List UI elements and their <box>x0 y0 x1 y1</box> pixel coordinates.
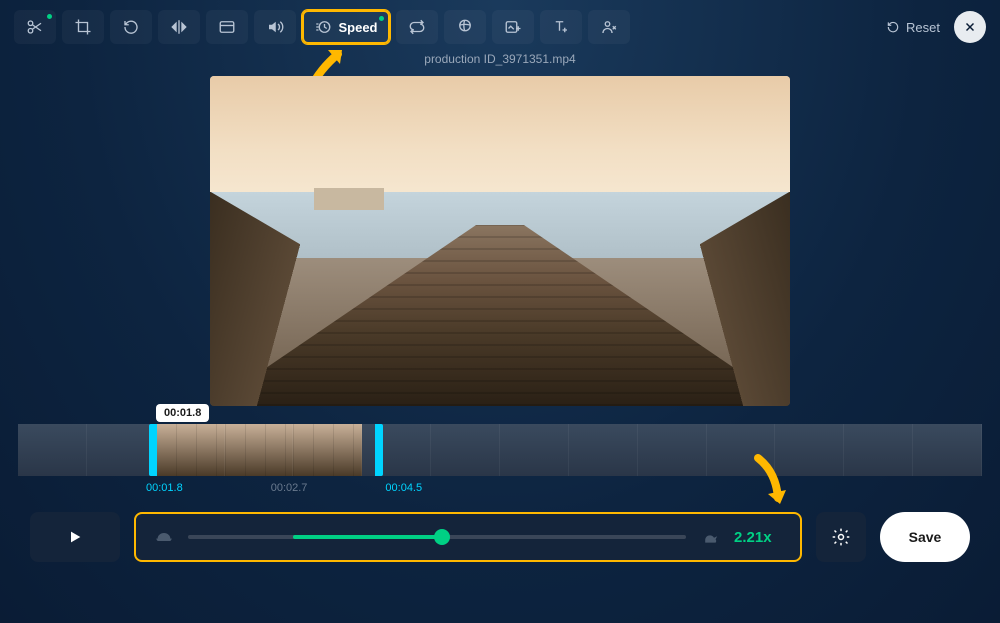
remove-bg-button[interactable] <box>588 10 630 44</box>
cut-button[interactable] <box>14 10 56 44</box>
add-media-button[interactable] <box>492 10 534 44</box>
controls-bar: 2.21x Save <box>0 494 1000 562</box>
selection-handle-left[interactable] <box>149 424 157 476</box>
aspect-button[interactable] <box>206 10 248 44</box>
filename-label: production ID_3971351.mp4 <box>0 52 1000 66</box>
speed-slider[interactable] <box>188 535 686 539</box>
rabbit-icon <box>700 529 720 545</box>
crop-button[interactable] <box>62 10 104 44</box>
reset-button[interactable]: Reset <box>886 20 940 35</box>
volume-button[interactable] <box>254 10 296 44</box>
speed-button-label: Speed <box>338 20 377 35</box>
play-button[interactable] <box>30 512 120 562</box>
save-label: Save <box>909 529 942 545</box>
toolbar: Speed Reset <box>0 0 1000 54</box>
preview-area <box>0 76 1000 406</box>
slider-thumb[interactable] <box>434 529 450 545</box>
turtle-icon <box>154 529 174 545</box>
speed-panel: 2.21x <box>134 512 802 562</box>
timeline[interactable]: 00:01.8 <box>18 424 982 476</box>
undo-button[interactable] <box>110 10 152 44</box>
flip-button[interactable] <box>158 10 200 44</box>
indicator-dot-icon <box>379 16 384 21</box>
video-preview[interactable] <box>210 76 790 406</box>
timestamp-mid: 00:02.7 <box>243 482 308 494</box>
loop-button[interactable] <box>396 10 438 44</box>
selection-handle-right[interactable] <box>375 424 383 476</box>
save-button[interactable]: Save <box>880 512 970 562</box>
indicator-dot-icon <box>47 14 52 19</box>
filters-button[interactable] <box>444 10 486 44</box>
speed-button[interactable]: Speed <box>302 10 390 44</box>
timestamps: 00:01.8 00:02.7 00:04.5 <box>18 482 982 494</box>
close-button[interactable] <box>954 11 986 43</box>
highlight-arrow-icon <box>748 452 790 513</box>
timestamp-start: 00:01.8 <box>146 482 183 494</box>
time-tooltip: 00:01.8 <box>156 404 209 422</box>
toolbar-right: Reset <box>886 11 986 43</box>
settings-button[interactable] <box>816 512 866 562</box>
speed-value: 2.21x <box>734 529 782 546</box>
timeline-section: 00:01.8 00:01.8 00:02.7 00:04.5 <box>0 424 1000 494</box>
reset-label: Reset <box>906 20 940 35</box>
add-text-button[interactable] <box>540 10 582 44</box>
timestamp-end: 00:04.5 <box>367 482 422 494</box>
